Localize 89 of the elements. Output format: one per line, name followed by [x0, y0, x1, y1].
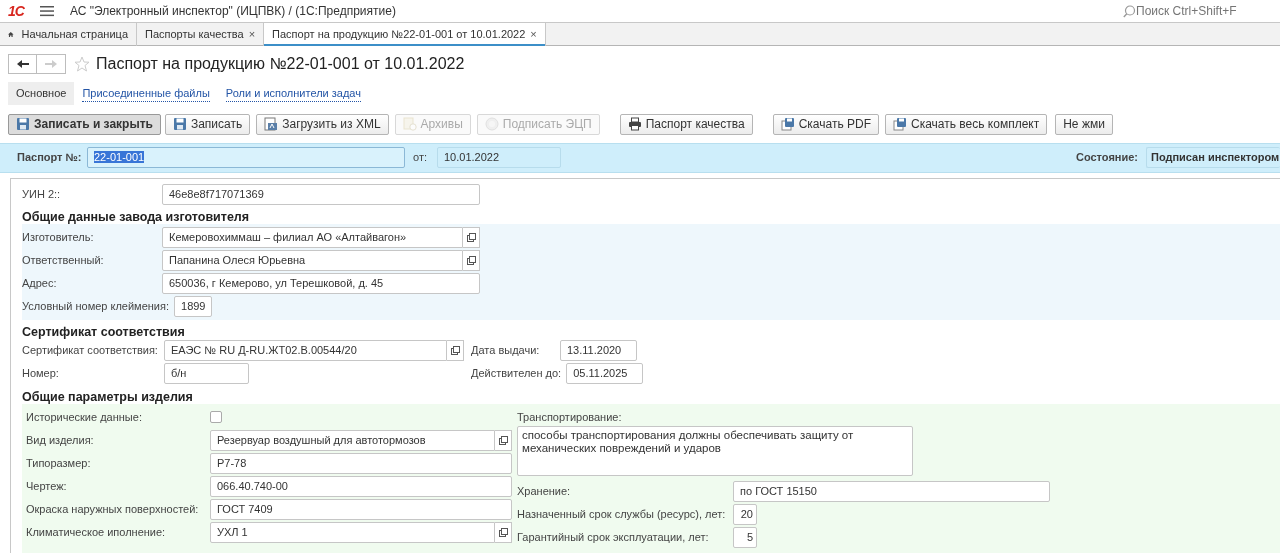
field-label: Хранение: — [517, 484, 571, 497]
text-field[interactable]: Кемеровохиммаш – филиал АО «Алтайвагон» — [162, 226, 463, 248]
open-icon — [450, 345, 460, 355]
section-heading: Общие данные завода изготовителя — [22, 208, 251, 224]
text-field[interactable]: Папанина Олеся Юрьевна — [162, 249, 463, 271]
toolbar-button[interactable]: Записать и закрыть — [8, 113, 161, 135]
open-button[interactable] — [463, 226, 480, 248]
toolbar-button[interactable]: Паспорт качества — [619, 113, 753, 135]
text-field[interactable]: 13.11.2020 — [560, 339, 637, 361]
document-icon — [264, 117, 279, 131]
field-label: от: — [413, 150, 427, 166]
open-button[interactable] — [463, 249, 480, 271]
field-label: Чертеж: — [26, 479, 67, 492]
home-icon — [8, 29, 14, 40]
text-field[interactable]: Резервуар воздушный для автотормозов — [210, 429, 495, 451]
open-icon — [498, 435, 508, 445]
archive-icon — [402, 117, 417, 131]
form-title: Паспорт на продукцию №22-01-001 от 10.01.2022 — [96, 54, 465, 74]
field-label: Условный номер клеймения: — [22, 299, 169, 312]
text-field[interactable]: УХЛ 1 — [210, 521, 495, 543]
text-field[interactable]: 46e8e8f717071369 — [162, 183, 480, 205]
date-field[interactable]: 10.01.2022 — [437, 147, 561, 168]
field-label: Ответственный: — [22, 253, 104, 266]
field-label: Номер: — [22, 366, 59, 379]
open-icon — [498, 527, 508, 537]
tab-label: Начальная страница — [21, 27, 128, 43]
field-label: Состояние: — [1075, 150, 1138, 166]
field-label: Транспортирование: — [517, 409, 623, 425]
text-field[interactable]: 650036, г Кемерово, ул Терешковой, д. 45 — [162, 272, 480, 294]
forward-arrow-icon — [44, 59, 58, 69]
text-field[interactable]: 1899 — [174, 295, 212, 317]
open-button[interactable] — [495, 521, 512, 543]
field-label: Окраска наружных поверхностей: — [26, 502, 199, 515]
toolbar-button[interactable]: Скачать PDF — [772, 113, 879, 135]
back-arrow-icon — [15, 59, 30, 69]
page-tab[interactable]: Основное — [8, 82, 75, 105]
tab-label: Паспорт на продукцию №22-01-001 от 10.01.2022 — [272, 27, 526, 43]
text-area[interactable]: способы транспортирования должны обеспечивать защиту от механических повреждений и ударов — [517, 425, 913, 476]
text-field[interactable]: ГОСТ 7409 — [210, 498, 512, 520]
text-field[interactable]: 5 — [733, 526, 757, 548]
field-label: Адрес: — [22, 276, 57, 289]
window-tab[interactable]: Паспорт на продукцию №22-01-001 от 10.01.2022 × — [264, 23, 546, 46]
field-label: Гарантийный срок эксплуатации, лет: — [517, 530, 709, 543]
toolbar-button[interactable]: Не жми — [1055, 113, 1113, 135]
page-tab[interactable]: Присоединенные файлы — [82, 84, 210, 102]
field-label: Вид изделия: — [26, 433, 94, 446]
text-field[interactable]: б/н — [164, 362, 249, 384]
toolbar-button[interactable]: Скачать весь комплект — [885, 113, 1048, 135]
text-field[interactable]: 20 — [733, 503, 757, 525]
checkbox[interactable] — [210, 411, 222, 423]
seal-icon — [484, 117, 499, 131]
text-field[interactable]: Р7-78 — [210, 452, 512, 474]
section-heading: Общие параметры изделия — [22, 388, 194, 404]
field-label: Исторические данные: — [26, 410, 142, 423]
field-label: Климатическое иполнение: — [26, 525, 166, 538]
open-icon — [466, 255, 476, 265]
text-field[interactable]: по ГОСТ 15150 — [733, 480, 1050, 502]
page-tab[interactable]: Роли и исполнители задач — [225, 84, 361, 102]
toolbar-button[interactable]: Записать — [164, 113, 251, 135]
search-field[interactable]: Поиск Ctrl+Shift+F — [1123, 2, 1256, 20]
star-icon[interactable] — [74, 56, 90, 72]
toolbar-button[interactable]: Загрузить из XML — [256, 113, 389, 135]
tab-label: Паспорты качества — [145, 27, 244, 43]
section-heading: Сертификат соответствия — [22, 323, 186, 339]
number-field[interactable]: 22-01-001 — [87, 147, 405, 168]
search-icon — [1123, 4, 1136, 18]
field-label: Действителен до: — [471, 366, 562, 379]
text-field[interactable]: 066.40.740-00 — [210, 475, 512, 497]
app-title: АС "Электронный инспектор" (ИЦПВК) / (1С:Предприятие) — [69, 3, 396, 20]
state-field[interactable]: Подписан инспектором — [1146, 147, 1280, 168]
open-button[interactable] — [447, 339, 464, 361]
field-label: Типоразмер: — [26, 456, 91, 469]
open-icon — [466, 232, 476, 242]
text-field[interactable]: 05.11.2025 — [566, 362, 644, 384]
close-button[interactable]: × — [248, 26, 256, 43]
logo: 1С — [8, 1, 24, 21]
field-label: УИН 2:: — [22, 187, 61, 200]
close-button[interactable]: × — [530, 26, 537, 43]
menu-icon — [39, 5, 54, 17]
field-label: Изготовитель: — [22, 230, 94, 243]
text-field[interactable]: ЕАЭС № RU Д-RU.ЖТ02.В.00544/20 — [164, 339, 447, 361]
back-button[interactable] — [8, 54, 37, 74]
field-label: Дата выдачи: — [471, 343, 540, 356]
printer-icon — [627, 117, 642, 131]
window-tab[interactable]: Начальная страница — [0, 23, 137, 46]
open-button[interactable] — [495, 429, 512, 451]
field-label: Паспорт №: — [17, 150, 83, 166]
field-label: Назначенный срок службы (ресурс), лет: — [517, 507, 726, 520]
field-label: Сертификат соответствия: — [22, 343, 158, 356]
